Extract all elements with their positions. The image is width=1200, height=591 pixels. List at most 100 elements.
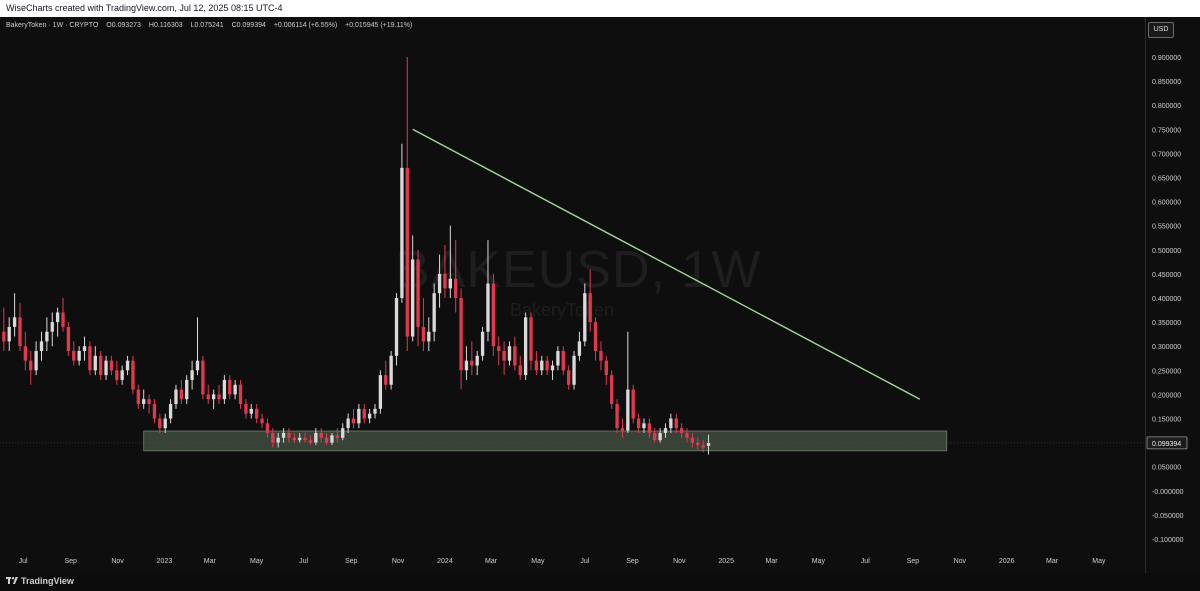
candle-body: [228, 379, 232, 395]
y-tick-label: 0.850000: [1152, 79, 1181, 86]
candle-body: [201, 360, 205, 395]
candle-body: [82, 346, 87, 352]
symbol-label[interactable]: BakeryToken · 1W · CRYPTO: [6, 22, 98, 29]
candle-body: [556, 351, 560, 366]
candle-body: [658, 432, 662, 441]
candle-body: [298, 437, 302, 441]
x-tick-label: Sep: [626, 558, 639, 565]
candle-body: [523, 317, 528, 376]
candle-body: [367, 413, 372, 419]
close-value: C0.099394: [231, 22, 266, 29]
candle-body: [50, 322, 54, 332]
candle-body: [410, 259, 415, 337]
candle-body: [421, 326, 426, 342]
candle-body: [626, 389, 630, 431]
x-tick-label: Jul: [19, 558, 28, 565]
candle-body: [631, 389, 635, 419]
candle-body: [341, 428, 345, 438]
candle-body: [394, 298, 399, 356]
change-value: +0.006114 (+6.55%): [273, 22, 338, 29]
candle-body: [577, 341, 582, 356]
tradingview-icon: [6, 576, 18, 586]
y-tick-label: 0.700000: [1152, 151, 1181, 158]
candle-body: [400, 167, 404, 298]
candle-body: [653, 432, 657, 441]
x-tick-label: Nov: [111, 558, 124, 565]
currency-button[interactable]: USD: [1148, 22, 1174, 38]
x-tick-label: Jul: [861, 558, 870, 565]
candle-body: [486, 283, 490, 332]
support-zone: [143, 430, 948, 452]
y-tick-label: 0.550000: [1152, 224, 1181, 231]
candle-body: [238, 384, 243, 405]
candle-body: [142, 399, 146, 405]
candle-body: [437, 273, 442, 294]
x-tick-label: Jul: [580, 558, 589, 565]
candle-body: [701, 445, 705, 448]
candle-body: [518, 365, 522, 376]
x-tick-label: Mar: [1046, 558, 1059, 565]
candle-body: [125, 360, 130, 371]
candle-body: [115, 370, 119, 380]
candle-body: [152, 404, 157, 419]
candle-body: [599, 351, 603, 361]
x-tick-label: Nov: [673, 558, 686, 565]
footer-bar: [0, 573, 1200, 591]
candle-body: [93, 355, 97, 371]
x-tick-label: 2024: [437, 558, 453, 565]
candle-body: [550, 365, 555, 371]
y-tick-label: 0.050000: [1152, 465, 1181, 472]
candle-body: [292, 437, 296, 441]
candle-body: [308, 440, 313, 443]
candle-body: [534, 360, 539, 371]
candle-body: [18, 317, 22, 347]
candle-body: [669, 418, 673, 429]
candle-body: [373, 408, 377, 414]
candle-body: [351, 418, 356, 424]
candle-body: [330, 435, 334, 443]
candlestick-chart[interactable]: 0.900000 0.850000 0.800000 0.750000 0.700000…: [0, 0, 1200, 591]
x-tick-label: 2023: [157, 558, 173, 565]
candle-body: [362, 408, 366, 419]
y-tick-label: -0.100000: [1152, 537, 1184, 544]
candle-body: [168, 404, 173, 419]
candle-body: [610, 375, 614, 405]
y-tick-label: 0.750000: [1152, 127, 1181, 134]
tradingview-logo[interactable]: TradingView: [6, 576, 74, 586]
x-tick-label: Mar: [204, 558, 217, 565]
candle-body: [593, 322, 598, 352]
candle-body: [443, 273, 447, 289]
candle-body: [502, 351, 506, 361]
candle-body: [12, 317, 17, 327]
candle-body: [690, 437, 695, 443]
candle-body: [480, 331, 485, 356]
candle-body: [174, 389, 178, 405]
candle-body: [314, 432, 318, 443]
candle-body: [454, 278, 458, 298]
candle-body: [29, 360, 33, 371]
candle-body: [448, 278, 452, 289]
candle-body: [88, 346, 92, 371]
candle-body: [513, 346, 517, 366]
candle-body: [287, 432, 291, 438]
candle-body: [432, 293, 436, 332]
candle-body: [120, 370, 124, 380]
candle-body: [104, 360, 108, 376]
candle-body: [217, 394, 221, 400]
candle-body: [389, 355, 393, 385]
candle-body: [679, 428, 684, 433]
candle-body: [276, 437, 280, 443]
candle-body: [7, 326, 11, 342]
candle-body: [195, 360, 200, 371]
candle-body: [572, 355, 576, 385]
x-tick-label: Mar: [765, 558, 778, 565]
y-tick-label: -0.000000: [1152, 489, 1184, 496]
last-price-label: 0.099394: [1152, 441, 1181, 448]
open-value: O0.093273: [106, 22, 141, 29]
candle-body: [497, 346, 501, 352]
y-tick-label: 0.600000: [1152, 200, 1181, 207]
y-tick-label: 0.250000: [1152, 368, 1181, 375]
x-tick-label: May: [531, 558, 545, 565]
x-tick-label: May: [812, 558, 826, 565]
candle-body: [647, 423, 652, 433]
